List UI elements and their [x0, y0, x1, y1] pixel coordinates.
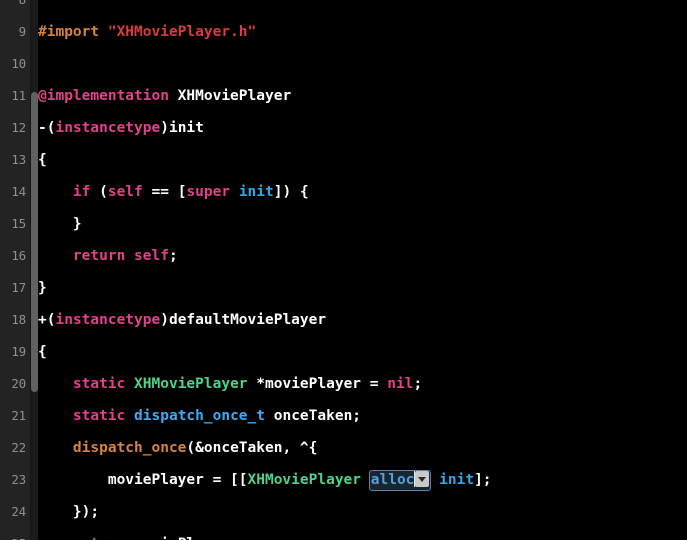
code-line-14[interactable]: if (self == [super init]) {: [38, 176, 309, 208]
code-token: nil: [387, 376, 414, 392]
code-line-24[interactable]: });: [38, 496, 99, 528]
code-token: }: [38, 280, 47, 296]
code-token: if: [72, 184, 91, 200]
line-number: 21: [11, 408, 26, 423]
code-token: });: [38, 504, 100, 520]
code-token: return: [72, 248, 126, 264]
code-token: super: [186, 184, 231, 200]
line-number: 8: [0, 0, 27, 16]
code-token: -(: [38, 120, 56, 136]
code-editor[interactable]: 8910111213141516171819202122232425262728…: [0, 0, 687, 540]
line-number: 14: [11, 184, 26, 199]
code-token: self: [107, 184, 143, 200]
code-token: )defaultMoviePlayer: [160, 312, 327, 328]
code-token: moviePlayer = [[: [38, 472, 248, 488]
code-token: "XHMoviePlayer.h": [107, 24, 257, 40]
code-token: @implementation: [38, 88, 169, 104]
code-token: onceTaken;: [265, 408, 362, 424]
code-token: dispatch_once_t: [134, 408, 265, 424]
code-token: (: [90, 184, 108, 200]
line-number: 12: [11, 120, 26, 135]
code-line-19[interactable]: {: [38, 336, 47, 368]
code-text-area[interactable]: #import "XHMoviePlayer.h" @implementation…: [38, 0, 687, 540]
line-number: 24: [11, 504, 26, 519]
code-token: ];: [474, 472, 492, 488]
code-token: static: [72, 408, 126, 424]
code-line-17[interactable]: }: [38, 272, 47, 304]
line-number: 16: [11, 248, 26, 263]
code-token: static: [72, 376, 126, 392]
line-number: 23: [11, 472, 26, 487]
code-line-20[interactable]: static XHMoviePlayer *moviePlayer = nil;: [38, 368, 422, 400]
line-number: 17: [11, 280, 26, 295]
line-number: 15: [11, 216, 26, 231]
code-token: ;: [168, 248, 178, 264]
line-number: 9: [18, 24, 27, 39]
code-line-13[interactable]: {: [38, 144, 47, 176]
code-line-18[interactable]: +(instancetype)defaultMoviePlayer: [38, 304, 326, 336]
code-token: #import: [38, 24, 100, 40]
vertical-scrollbar-thumb[interactable]: [31, 92, 38, 392]
code-token: instancetype: [55, 312, 161, 328]
code-token: *moviePlayer =: [247, 376, 388, 392]
code-token: init: [238, 184, 274, 200]
line-number: 25: [0, 528, 26, 540]
code-line-11[interactable]: @implementation XHMoviePlayer: [38, 80, 291, 112]
code-token: == [: [142, 184, 187, 200]
code-token: (&onceTaken, ^{: [186, 440, 318, 456]
line-number: 13: [11, 152, 26, 167]
code-token: }: [38, 216, 82, 232]
code-token: XHMoviePlayer: [134, 376, 248, 392]
alloc-completion-token[interactable]: alloc: [368, 469, 432, 491]
code-token: {: [38, 152, 47, 168]
line-number: 19: [11, 344, 26, 359]
code-line-23[interactable]: moviePlayer = [[XHMoviePlayer alloc init…: [38, 464, 492, 496]
code-token: )init: [160, 120, 204, 136]
code-token: return: [73, 536, 125, 540]
code-token: {: [38, 344, 47, 360]
code-line-25[interactable]: return moviePlayer;: [38, 528, 239, 540]
code-token: moviePlayer;: [125, 536, 239, 540]
line-number: 18: [11, 312, 26, 327]
line-number: 11: [11, 88, 26, 103]
code-token: instancetype: [55, 120, 161, 136]
code-line-22[interactable]: dispatch_once(&onceTaken, ^{: [38, 432, 317, 464]
code-token: dispatch_once: [72, 440, 187, 456]
code-token: +(: [38, 312, 56, 328]
code-line-21[interactable]: static dispatch_once_t onceTaken;: [38, 400, 361, 432]
chevron-down-icon[interactable]: [415, 470, 430, 487]
code-line-16[interactable]: return self;: [38, 240, 178, 272]
code-line-9[interactable]: #import "XHMoviePlayer.h": [38, 16, 256, 48]
line-number: 20: [11, 376, 26, 391]
code-token: self: [134, 248, 169, 264]
code-token: XHMoviePlayer: [168, 88, 292, 104]
line-number: 22: [11, 440, 26, 455]
line-number-gutter: 8910111213141516171819202122232425262728…: [0, 0, 30, 540]
code-token: XHMoviePlayer: [247, 472, 362, 488]
code-token: ;: [413, 376, 423, 392]
code-line-12[interactable]: -(instancetype)init: [38, 112, 204, 144]
code-token: ]) {: [273, 184, 309, 200]
line-number: 10: [11, 56, 26, 71]
code-line-15[interactable]: }: [38, 208, 82, 240]
completion-token-label: alloc: [370, 471, 415, 488]
code-token: init: [439, 472, 475, 488]
